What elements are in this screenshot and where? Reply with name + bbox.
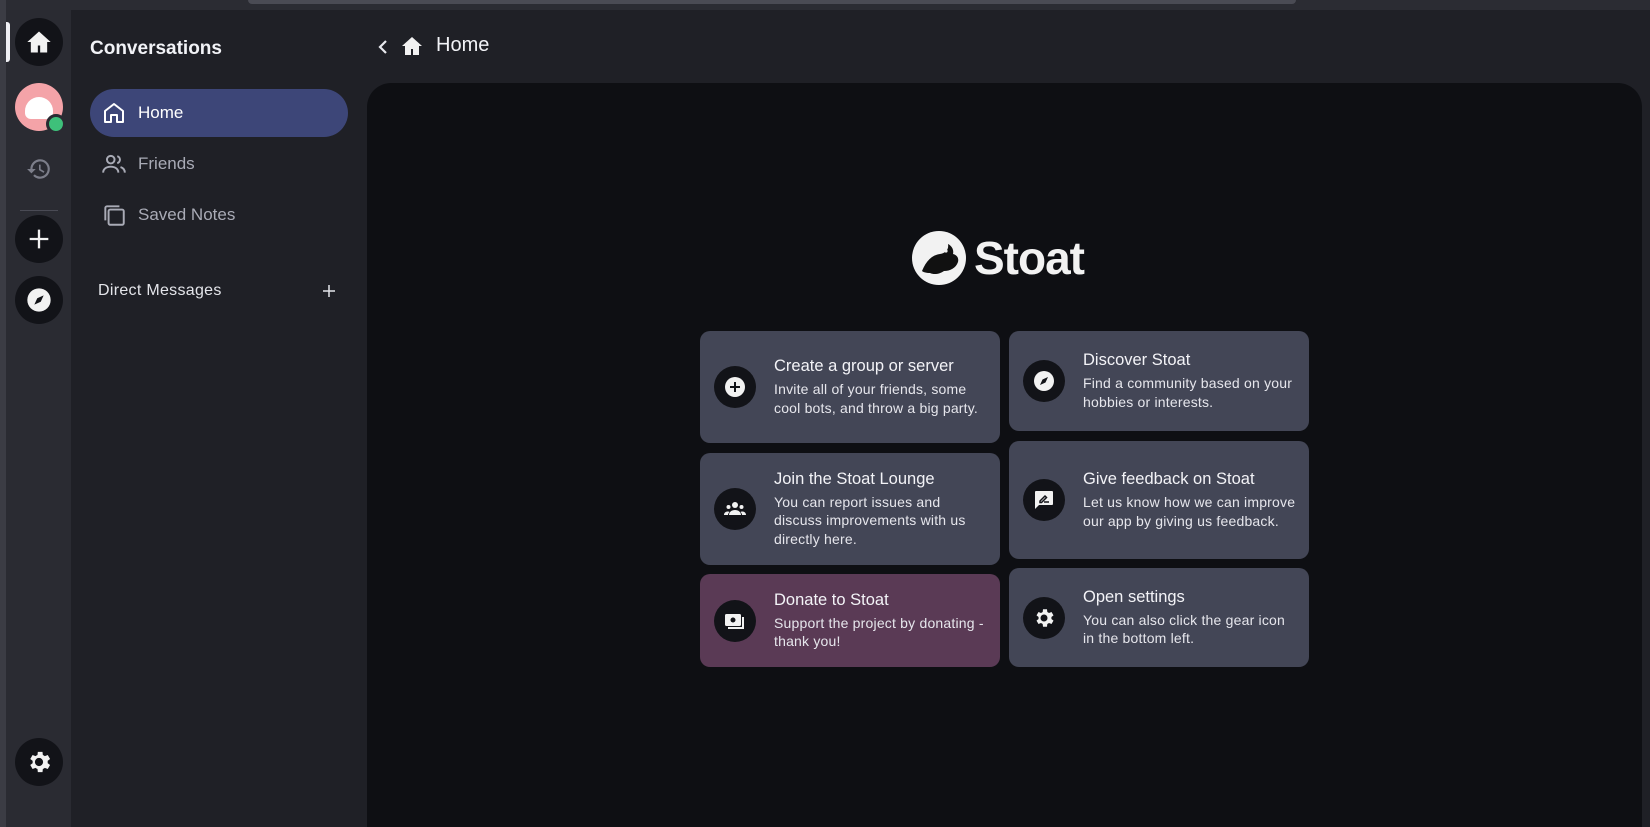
group-icon (714, 488, 756, 530)
rail-divider (20, 210, 58, 211)
sidebar-item-label: Friends (138, 154, 195, 173)
home-panel: Stoat Create a group or server Invite al… (367, 83, 1642, 827)
sidebar-title: Conversations (90, 38, 222, 59)
home-icon (402, 37, 422, 55)
active-indicator (6, 22, 10, 62)
discover-card[interactable]: Discover Stoat Find a community based on… (1009, 331, 1309, 431)
card-title: Create a group or server (774, 357, 954, 375)
plus-circle-icon (714, 366, 756, 408)
card-description: Find a community based on your hobbies o… (1083, 375, 1293, 410)
notes-icon (101, 202, 127, 228)
sidebar-item-saved-notes[interactable]: Saved Notes (90, 191, 348, 239)
rail-home-button[interactable] (15, 18, 63, 66)
feedback-icon (1023, 479, 1065, 521)
plus-icon (29, 229, 49, 249)
card-description: Support the project by donating - thank … (774, 614, 984, 650)
card-description: You can also click the gear icon in the … (1083, 611, 1286, 647)
compass-icon (27, 288, 51, 312)
card-title: Join the Stoat Lounge (774, 469, 935, 488)
card-description: Invite all of your friends, some cool bo… (774, 381, 979, 416)
chevron-left-icon[interactable] (376, 38, 390, 56)
conversations-sidebar: Conversations Home Friends Saved Notes D… (71, 10, 356, 827)
user-avatar[interactable] (15, 83, 66, 134)
page-title: Home (436, 34, 490, 56)
donate-card[interactable]: Donate to Stoat Support the project by d… (700, 574, 1000, 667)
gear-icon (1023, 596, 1065, 639)
join-lounge-card[interactable]: Join the Stoat Lounge You can report iss… (700, 453, 1000, 565)
create-group-card[interactable]: Create a group or server Invite all of y… (700, 331, 1000, 443)
donate-icon (714, 599, 756, 642)
stoat-logo-icon (912, 231, 966, 285)
sidebar-item-home[interactable]: Home (90, 89, 348, 137)
card-title: Donate to Stoat (774, 590, 889, 609)
window-top-bar (0, 0, 1650, 10)
compass-icon (1023, 360, 1065, 402)
friends-icon (101, 151, 127, 177)
home-icon (27, 31, 51, 53)
sidebar-item-label: Home (138, 103, 184, 122)
stoat-logo-text: Stoat (974, 232, 1085, 284)
history-icon[interactable] (24, 154, 54, 184)
card-title: Discover Stoat (1083, 351, 1191, 369)
home-outline-icon (101, 100, 127, 126)
card-title: Give feedback on Stoat (1083, 470, 1255, 488)
card-description: You can report issues and discuss improv… (774, 493, 966, 547)
card-description: Let us know how we can improve our app b… (1083, 494, 1296, 529)
sidebar-item-friends[interactable]: Friends (90, 140, 348, 188)
card-title: Open settings (1083, 587, 1185, 606)
server-rail (6, 10, 71, 827)
settings-button[interactable] (15, 738, 63, 786)
online-status-dot (46, 114, 66, 134)
window-drag-handle[interactable] (248, 0, 1296, 4)
stoat-logo: Stoat (912, 231, 1085, 285)
plus-icon (323, 285, 335, 297)
add-server-button[interactable] (15, 215, 63, 263)
gear-icon (30, 751, 51, 773)
add-dm-button[interactable] (318, 280, 340, 302)
discover-button[interactable] (15, 276, 63, 324)
page-header: Home (356, 10, 1650, 82)
sidebar-item-label: Saved Notes (138, 205, 236, 224)
feedback-card[interactable]: Give feedback on Stoat Let us know how w… (1009, 441, 1309, 559)
direct-messages-header: Direct Messages (98, 282, 222, 299)
open-settings-card[interactable]: Open settings You can also click the gea… (1009, 568, 1309, 667)
